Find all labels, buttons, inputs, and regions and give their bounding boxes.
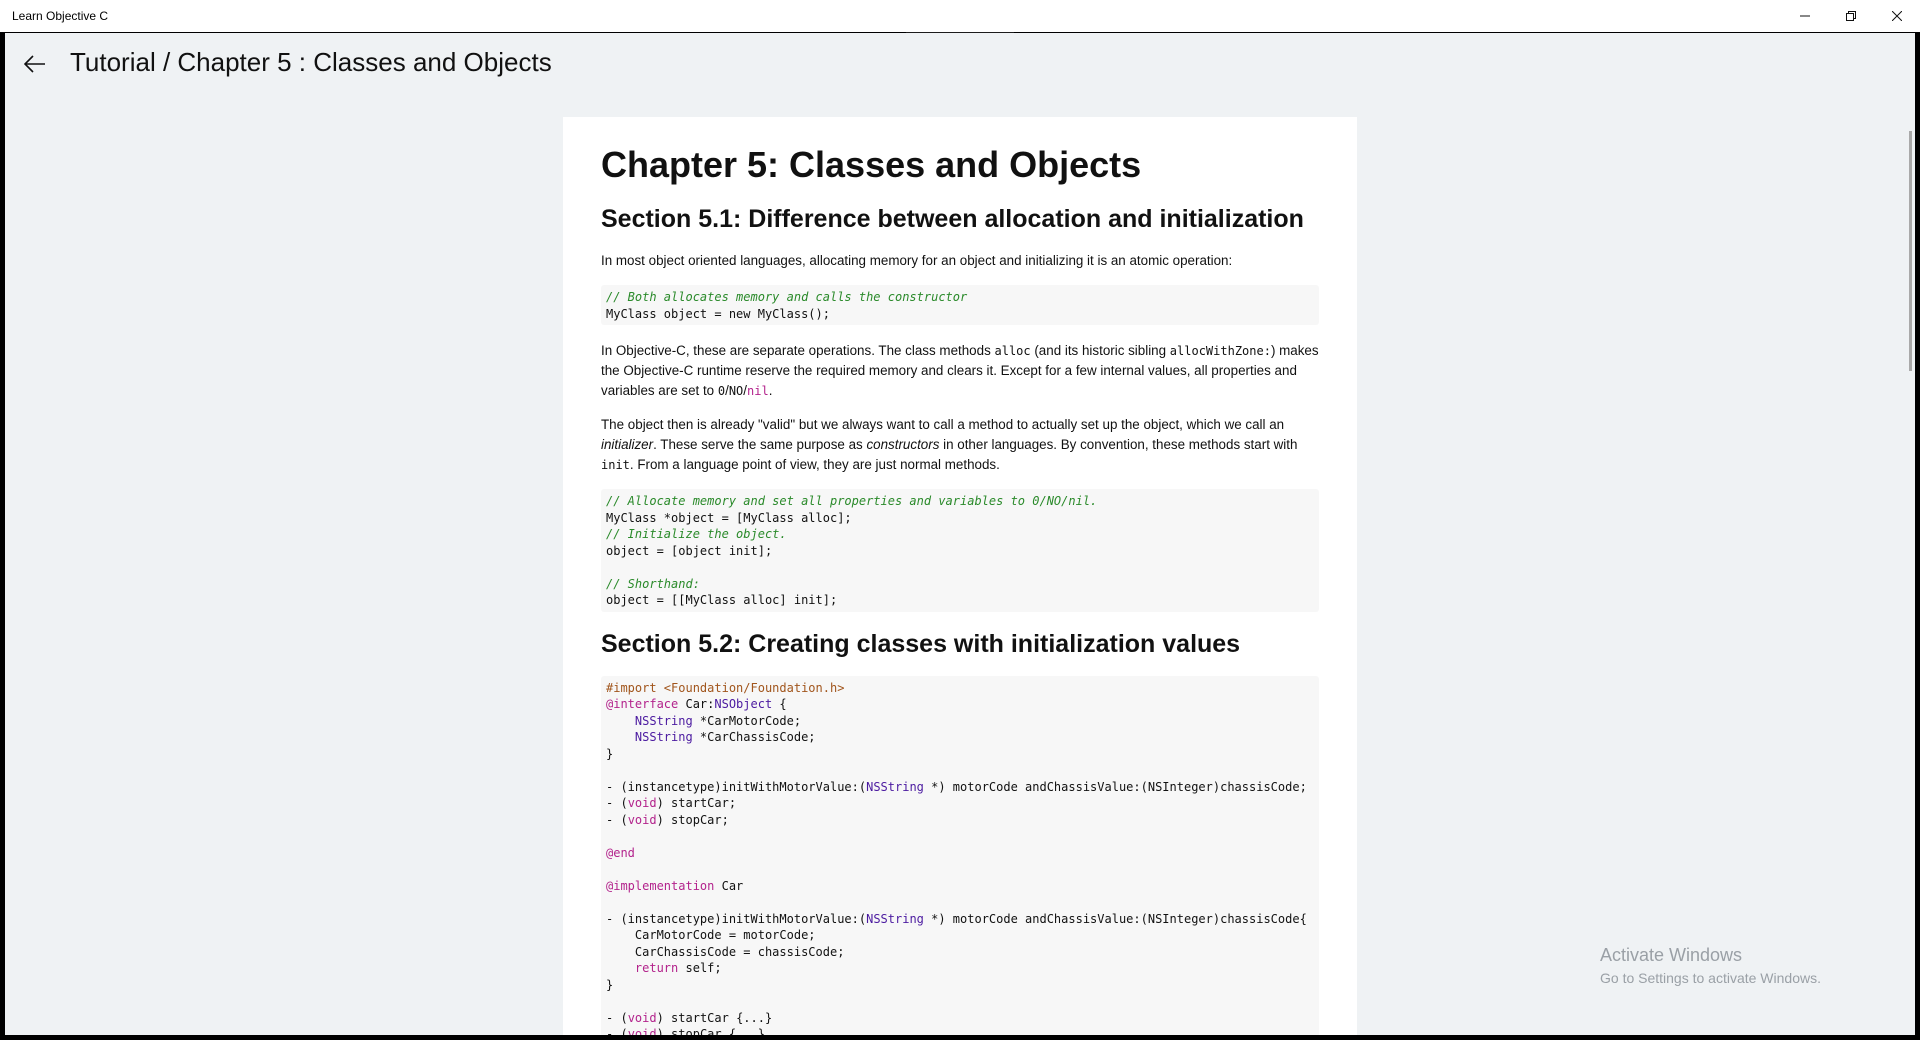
- restore-icon: [1846, 11, 1856, 21]
- code-comment: // Both allocates memory and calls the c…: [606, 290, 968, 304]
- code-block: // Both allocates memory and calls the c…: [601, 285, 1319, 325]
- code-line: MyClass object = new MyClass();: [606, 306, 830, 321]
- code-block: #import <Foundation/Foundation.h> @inter…: [601, 675, 1319, 1035]
- activation-watermark: Activate Windows Go to Settings to activ…: [1600, 945, 1821, 986]
- minimize-button[interactable]: [1782, 0, 1828, 32]
- chapter-title: Chapter 5: Classes and Objects: [601, 144, 1142, 185]
- back-button[interactable]: [19, 48, 51, 80]
- paragraph: In Objective-C, these are separate opera…: [601, 343, 1319, 398]
- close-button[interactable]: [1874, 0, 1920, 32]
- inline-code: init: [601, 458, 630, 472]
- document-content: Chapter 5: Classes and Objects Section 5…: [563, 117, 1357, 1035]
- watermark-subtitle: Go to Settings to activate Windows.: [1600, 970, 1821, 986]
- minimize-icon: [1800, 15, 1810, 17]
- section-title: Section 5.1: Difference between allocati…: [601, 205, 1304, 233]
- window-titlebar: Learn Objective C: [0, 0, 1920, 32]
- app-window: Tutorial / Chapter 5 : Classes and Objec…: [5, 33, 1915, 1035]
- close-icon: [1892, 11, 1902, 21]
- app-title: Learn Objective C: [12, 9, 109, 23]
- page-title: Tutorial / Chapter 5 : Classes and Objec…: [70, 47, 552, 77]
- watermark-title: Activate Windows: [1600, 945, 1743, 965]
- inline-code: allocWithZone:: [1169, 344, 1271, 358]
- code-block: // Allocate memory and set all propertie…: [601, 489, 1319, 612]
- back-arrow-icon: [24, 55, 45, 73]
- paragraph: The object then is already "valid" but w…: [601, 417, 1298, 472]
- section-title: Section 5.2: Creating classes with initi…: [601, 629, 1241, 658]
- restore-button[interactable]: [1828, 0, 1874, 32]
- inline-code: alloc: [994, 344, 1031, 358]
- scrollbar[interactable]: [1909, 131, 1912, 371]
- paragraph: In most object oriented languages, alloc…: [601, 253, 1233, 268]
